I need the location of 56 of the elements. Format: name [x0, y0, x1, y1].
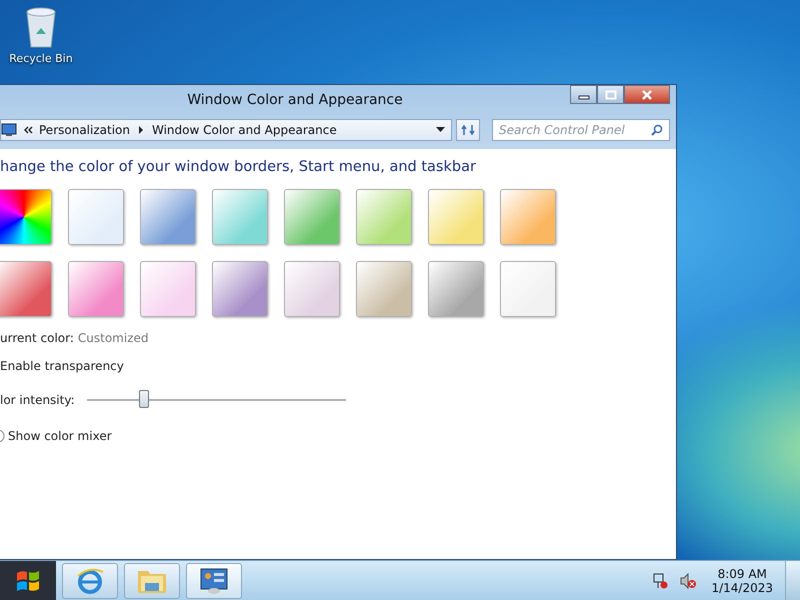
color-swatch[interactable] — [68, 189, 124, 245]
color-swatch[interactable] — [500, 189, 556, 245]
color-swatch[interactable] — [428, 261, 484, 317]
color-swatch[interactable] — [356, 261, 412, 317]
color-swatch[interactable] — [428, 189, 484, 245]
minimize-button[interactable] — [570, 85, 597, 104]
intensity-label: lor intensity: — [0, 393, 76, 407]
color-swatch[interactable] — [68, 261, 124, 317]
maximize-button[interactable] — [597, 85, 624, 104]
search-icon[interactable] — [651, 124, 663, 136]
checkbox-label[interactable]: Enable transparency — [0, 359, 124, 373]
color-swatch[interactable] — [212, 261, 268, 317]
desktop-icon-label[interactable]: Recycle Bin — [9, 52, 73, 65]
color-swatch[interactable] — [284, 189, 340, 245]
expander-icon[interactable] — [0, 430, 5, 442]
show-color-mixer-link[interactable]: Show color mixer — [8, 429, 112, 443]
up-down-arrows-icon — [461, 124, 475, 136]
slider-thumb[interactable] — [138, 390, 149, 408]
control-panel-taskbar-button[interactable] — [186, 562, 242, 598]
close-icon — [641, 90, 653, 100]
window-title: Window Color and Appearance — [186, 92, 404, 108]
color-swatch[interactable] — [140, 261, 196, 317]
start-button[interactable] — [0, 560, 56, 600]
search-field[interactable]: Search Control Panel — [492, 119, 670, 141]
recycle-bin-icon[interactable] — [24, 6, 58, 48]
address-bar[interactable]: Personalization Window Color and Appearance — [0, 119, 452, 141]
dropdown-arrow-icon[interactable] — [436, 127, 445, 133]
browser-e-icon — [75, 566, 105, 596]
control-panel-icon — [199, 566, 229, 594]
chevrons-icon — [23, 126, 33, 134]
refresh-button[interactable] — [456, 119, 480, 141]
color-swatch[interactable] — [212, 189, 268, 245]
windows-logo — [15, 568, 41, 592]
color-swatch[interactable] — [500, 261, 556, 317]
network-error-icon[interactable] — [651, 572, 670, 590]
rainbow-swatch[interactable] — [0, 189, 52, 245]
breadcrumb-item[interactable]: Window Color and Appearance — [152, 123, 337, 137]
browser-taskbar-button[interactable] — [62, 562, 118, 598]
folder-taskbar-button[interactable] — [124, 562, 180, 598]
close-button[interactable] — [624, 85, 670, 104]
current-color-label: urrent color: — [0, 331, 74, 345]
current-color-value: Customized — [78, 331, 148, 345]
breadcrumb-arrow-icon[interactable] — [138, 126, 144, 134]
maximize-icon — [604, 90, 616, 100]
clock-time: 8:09 AM — [718, 566, 767, 580]
color-swatch[interactable] — [356, 189, 412, 245]
breadcrumb-item[interactable]: Personalization — [39, 123, 130, 137]
speaker-muted-icon[interactable] — [679, 572, 698, 590]
monitor-icon — [1, 123, 17, 137]
color-swatch[interactable] — [284, 261, 340, 317]
page-heading: hange the color of your window borders, Start menu, and taskbar — [0, 159, 477, 175]
show-desktop-button[interactable] — [785, 560, 800, 600]
color-swatch[interactable] — [0, 261, 52, 317]
clock[interactable]: 8:09 AM 1/14/2023 — [711, 566, 773, 594]
clock-date: 1/14/2023 — [711, 580, 773, 594]
color-swatch[interactable] — [140, 189, 196, 245]
